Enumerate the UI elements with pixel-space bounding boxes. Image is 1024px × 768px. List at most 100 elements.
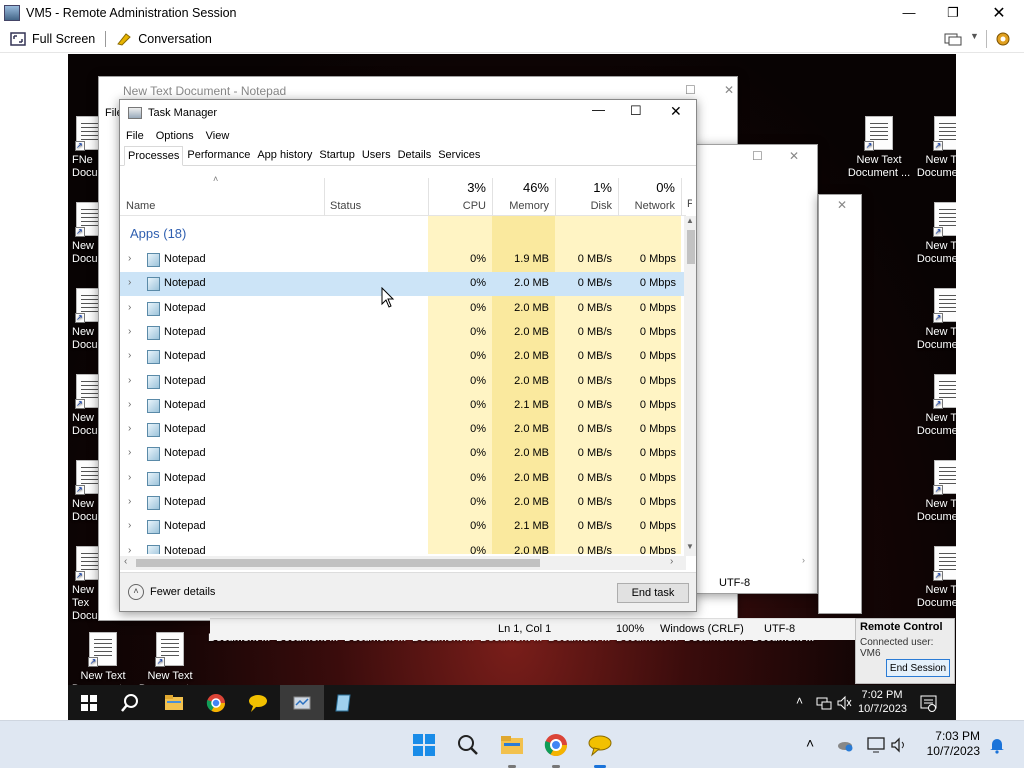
process-row[interactable]: › Notepad 0% 2.0 MB 0 MB/s 0 Mbps <box>120 491 686 515</box>
column-name[interactable]: Name <box>120 172 324 216</box>
process-row[interactable]: › Notepad 0% 2.1 MB 0 MB/s 0 Mbps <box>120 394 686 418</box>
tab-services[interactable]: Services <box>435 146 483 166</box>
expand-chevron-icon[interactable]: › <box>128 423 131 434</box>
remote-task-manager-icon[interactable] <box>292 693 312 713</box>
notepad-right-scroll-right-icon[interactable]: › <box>802 555 805 565</box>
desktop-icon-text-document[interactable]: ↗ New TextDocument ... <box>913 202 956 266</box>
host-volume-icon[interactable] <box>890 736 908 754</box>
fullscreen-button[interactable]: Full Screen <box>6 28 99 50</box>
tab-startup[interactable]: Startup <box>316 146 357 166</box>
column-network[interactable]: 0% Network <box>618 172 681 216</box>
host-clock[interactable]: 7:03 PM 10/7/2023 <box>927 729 980 759</box>
desktop-icon-text-document[interactable]: ↗ New TextDocument ... <box>913 116 956 180</box>
notepad-window-far[interactable]: ✕ <box>818 194 862 614</box>
vertical-scrollbar[interactable]: ▲ ▼ <box>684 216 696 556</box>
horizontal-scrollbar[interactable]: ‹ › <box>120 556 686 570</box>
end-task-button[interactable]: End task <box>617 583 689 603</box>
tab-details[interactable]: Details <box>395 146 435 166</box>
expand-chevron-icon[interactable]: › <box>128 545 131 554</box>
expand-chevron-icon[interactable]: › <box>128 277 131 288</box>
desktop-icon-text-document[interactable]: ↗ New TextDocument ... <box>913 546 956 610</box>
host-search-icon[interactable] <box>456 733 480 757</box>
process-row[interactable]: › Notepad 0% 2.0 MB 0 MB/s 0 Mbps <box>120 345 686 369</box>
process-row[interactable]: › Notepad 0% 2.0 MB 0 MB/s 0 Mbps <box>120 442 686 466</box>
tab-app-history[interactable]: App history <box>254 146 315 166</box>
tm-close-button[interactable]: ✕ <box>670 103 682 120</box>
notepad-far-close-button[interactable]: ✕ <box>837 198 847 212</box>
remote-chrome-icon[interactable] <box>206 693 226 713</box>
notepad-window-right[interactable]: ☐ ✕ UTF-8 › <box>693 144 818 594</box>
column-disk[interactable]: 1% Disk <box>555 172 618 216</box>
desktop-icon-text-document[interactable]: ↗ New TextDocument ... <box>913 288 956 352</box>
expand-chevron-icon[interactable]: › <box>128 447 131 458</box>
expand-chevron-icon[interactable]: › <box>128 350 131 361</box>
fewer-details-button[interactable]: ˄ Fewer details <box>128 584 215 600</box>
desktop-icon-text-document[interactable]: ↗ New TextDocument ... <box>913 374 956 438</box>
remote-start-icon[interactable] <box>79 693 99 713</box>
process-row[interactable]: › Notepad 0% 2.1 MB 0 MB/s 0 Mbps <box>120 515 686 539</box>
notepad-close-button[interactable]: ✕ <box>724 83 734 97</box>
process-row[interactable]: › Notepad 0% 2.0 MB 0 MB/s 0 Mbps <box>120 467 686 491</box>
horizontal-scroll-thumb[interactable] <box>136 559 540 567</box>
maximize-button[interactable]: ❐ <box>930 0 976 25</box>
host-conversation-app-icon[interactable] <box>588 733 612 757</box>
notepad-right-maximize-button[interactable]: ☐ <box>752 149 763 163</box>
column-memory[interactable]: 46% Memory <box>492 172 555 216</box>
process-row[interactable]: › Notepad 0% 2.0 MB 0 MB/s 0 Mbps <box>120 272 686 297</box>
tm-minimize-button[interactable]: — <box>592 102 605 117</box>
scroll-down-icon[interactable]: ▼ <box>686 542 694 551</box>
settings-gear-icon[interactable] <box>994 30 1012 48</box>
column-divider[interactable] <box>681 178 682 216</box>
expand-chevron-icon[interactable]: › <box>128 399 131 410</box>
remote-network-icon[interactable] <box>816 695 832 711</box>
expand-chevron-icon[interactable]: › <box>128 496 131 507</box>
tm-maximize-button[interactable]: ☐ <box>630 103 642 119</box>
expand-chevron-icon[interactable]: › <box>128 253 131 264</box>
conversation-button[interactable]: Conversation <box>112 28 216 50</box>
scroll-up-icon[interactable]: ▲ <box>686 216 694 225</box>
remote-file-explorer-icon[interactable] <box>164 693 184 713</box>
column-cpu[interactable]: 3% CPU <box>428 172 492 216</box>
minimize-button[interactable]: — <box>886 0 932 25</box>
notepad-maximize-button[interactable]: ☐ <box>685 83 696 97</box>
display-dropdown-chevron-icon[interactable]: ▼ <box>970 31 979 41</box>
expand-chevron-icon[interactable]: › <box>128 326 131 337</box>
expand-chevron-icon[interactable]: › <box>128 472 131 483</box>
scroll-left-icon[interactable]: ‹ <box>124 556 127 567</box>
desktop-icon-text-document[interactable]: ↗ New TextDocument ... <box>844 116 914 180</box>
expand-chevron-icon[interactable]: › <box>128 520 131 531</box>
end-session-button[interactable]: End Session <box>886 659 950 677</box>
process-row[interactable]: › Notepad 0% 2.0 MB 0 MB/s 0 Mbps <box>120 540 686 554</box>
scroll-right-icon[interactable]: › <box>670 556 673 567</box>
expand-chevron-icon[interactable]: › <box>128 302 131 313</box>
host-tray-chevron-icon[interactable]: ˄ <box>806 735 814 751</box>
tm-menu-options[interactable]: Options <box>156 130 194 142</box>
host-network-icon[interactable] <box>866 736 886 754</box>
tab-processes[interactable]: Processes <box>124 146 184 166</box>
remote-conversation-app-icon[interactable] <box>248 693 268 713</box>
vertical-scroll-thumb[interactable] <box>687 230 695 264</box>
remote-notification-icon[interactable] <box>920 694 938 712</box>
group-apps[interactable]: Apps (18) <box>130 226 186 241</box>
remote-tray-chevron-icon[interactable]: ˄ <box>796 694 803 708</box>
notepad-right-close-button[interactable]: ✕ <box>789 149 799 163</box>
remote-volume-icon[interactable] <box>836 695 852 711</box>
tab-users[interactable]: Users <box>359 146 394 166</box>
process-row[interactable]: › Notepad 0% 2.0 MB 0 MB/s 0 Mbps <box>120 297 686 321</box>
remote-clock[interactable]: 7:02 PM 10/7/2023 <box>858 688 907 716</box>
column-status[interactable]: Status <box>324 172 428 216</box>
display-options-icon[interactable] <box>944 32 962 46</box>
host-notification-bell-icon[interactable] <box>988 736 1006 754</box>
tm-menu-file[interactable]: File <box>126 130 144 142</box>
host-file-explorer-icon[interactable] <box>500 733 524 757</box>
task-manager-window[interactable]: Task Manager — ☐ ✕ File Options View Pro… <box>119 99 697 612</box>
process-row[interactable]: › Notepad 0% 1.9 MB 0 MB/s 0 Mbps <box>120 248 686 272</box>
column-power-partial-label[interactable]: P <box>687 198 692 210</box>
remote-notepad-icon[interactable] <box>334 693 354 713</box>
host-chrome-icon[interactable] <box>544 733 568 757</box>
host-cloud-icon[interactable] <box>836 736 854 754</box>
close-button[interactable]: ✕ <box>976 0 1022 25</box>
tm-menu-view[interactable]: View <box>206 130 230 142</box>
desktop-icon-text-document[interactable]: ↗ New TextDocument ... <box>913 460 956 524</box>
expand-chevron-icon[interactable]: › <box>128 375 131 386</box>
